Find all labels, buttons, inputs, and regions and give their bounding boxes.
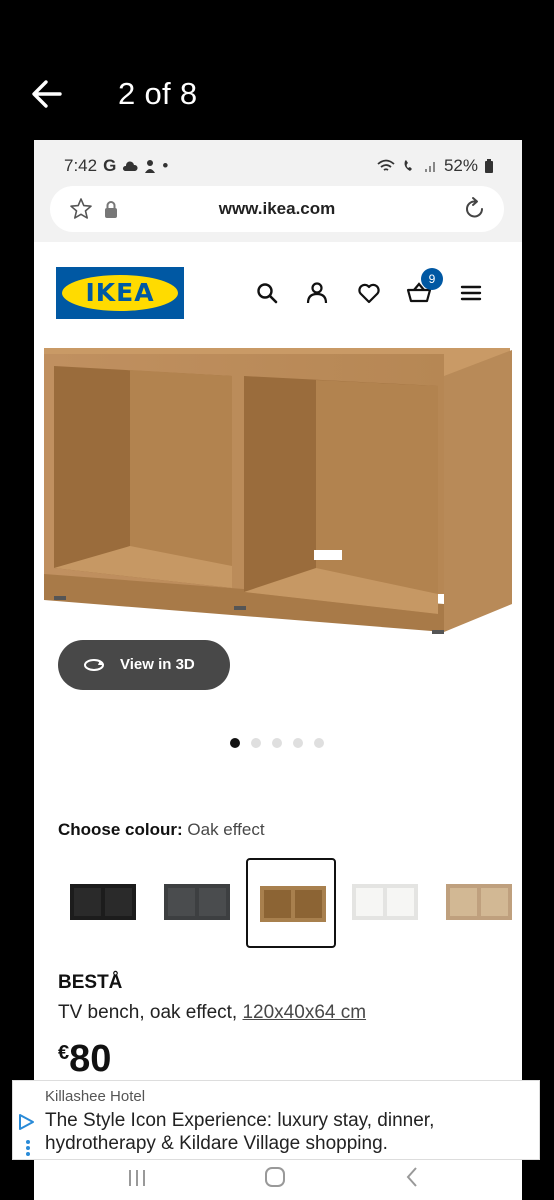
- android-nav-bar: [34, 1160, 522, 1200]
- product-dimensions-link[interactable]: 120x40x64 cm: [242, 1002, 366, 1023]
- colour-heading: Choose colour: Oak effect: [58, 820, 265, 840]
- logo-text: IKEA: [85, 278, 155, 307]
- wifi-icon: [377, 159, 395, 171]
- cloud-icon: [123, 161, 138, 171]
- view-in-3d-label: View in 3D: [120, 656, 195, 673]
- heart-icon[interactable]: [356, 280, 382, 306]
- call-icon: [404, 160, 412, 171]
- swatch-white[interactable]: [340, 858, 430, 948]
- status-dot: •: [162, 156, 169, 175]
- price-currency: €: [58, 1042, 70, 1064]
- cart-count-badge: 9: [421, 268, 443, 290]
- hamburger-menu-icon[interactable]: [458, 280, 484, 306]
- signal-icon: [424, 162, 435, 172]
- status-time: 7:42: [64, 156, 98, 175]
- swatch-bench-image: [352, 884, 418, 920]
- ad-text[interactable]: The Style Icon Experience: luxury stay, …: [45, 1109, 533, 1155]
- logo-oval: IKEA: [62, 275, 178, 311]
- home-icon[interactable]: [262, 1164, 288, 1190]
- address-bar[interactable]: www.ikea.com: [50, 186, 504, 232]
- browser-toolbar: www.ikea.com: [34, 180, 522, 242]
- colour-label: Choose colour:: [58, 820, 183, 839]
- swatch-bench-image: [70, 884, 136, 920]
- rotate-3d-icon: [84, 659, 104, 671]
- product-image[interactable]: [34, 342, 522, 642]
- swatch-dark-grey[interactable]: [152, 858, 242, 948]
- colour-value: Oak effect: [187, 820, 265, 839]
- back-arrow-icon[interactable]: [30, 76, 64, 112]
- recent-apps-icon[interactable]: [124, 1164, 150, 1190]
- site-header: IKEA 9: [34, 242, 522, 342]
- swatch-bench-image: [260, 886, 326, 922]
- product-description: TV bench, oak effect, 120x40x64 cm: [58, 1002, 366, 1024]
- product-description-text: TV bench, oak effect,: [58, 1002, 238, 1023]
- battery-percent: 52%: [443, 156, 478, 175]
- price-amount: 80: [69, 1038, 112, 1080]
- ad-source: Killashee Hotel: [45, 1088, 146, 1105]
- carousel-dot[interactable]: [293, 738, 303, 748]
- view-in-3d-button[interactable]: View in 3D: [58, 640, 230, 690]
- person-icon: [145, 160, 156, 173]
- ikea-logo[interactable]: IKEA: [56, 267, 184, 319]
- carousel-dot[interactable]: [272, 738, 282, 748]
- colour-swatches: [58, 858, 522, 948]
- ad-options-icon[interactable]: [25, 1139, 31, 1157]
- search-icon[interactable]: [254, 280, 280, 306]
- carousel-dot[interactable]: [314, 738, 324, 748]
- image-counter: 2 of 8: [118, 76, 198, 111]
- swatch-black-brown[interactable]: [58, 858, 148, 948]
- ad-banner[interactable]: Killashee Hotel The Style Icon Experienc…: [12, 1080, 540, 1160]
- reload-icon[interactable]: [462, 196, 488, 222]
- battery-icon: [485, 159, 493, 173]
- swatch-bench-image: [164, 884, 230, 920]
- swatch-bench-image: [446, 884, 512, 920]
- url-text[interactable]: www.ikea.com: [50, 199, 504, 219]
- ad-play-icon[interactable]: [17, 1113, 35, 1131]
- image-carousel-dots: [230, 738, 324, 748]
- account-icon[interactable]: [304, 280, 330, 306]
- swatch-oak-effect[interactable]: [246, 858, 336, 948]
- carousel-dot[interactable]: [230, 738, 240, 748]
- product-price: €80: [58, 1038, 111, 1081]
- phone-screenshot: 7:42 G • 52% www.ikea.com IKEA 9 View in…: [34, 140, 522, 1200]
- image-viewer-header: 2 of 8: [0, 0, 554, 140]
- status-carrier: G: [103, 156, 117, 175]
- nav-back-icon[interactable]: [400, 1164, 426, 1190]
- product-name: BESTÅ: [58, 972, 123, 993]
- swatch-white-stained-oak[interactable]: [434, 858, 522, 948]
- carousel-dot[interactable]: [251, 738, 261, 748]
